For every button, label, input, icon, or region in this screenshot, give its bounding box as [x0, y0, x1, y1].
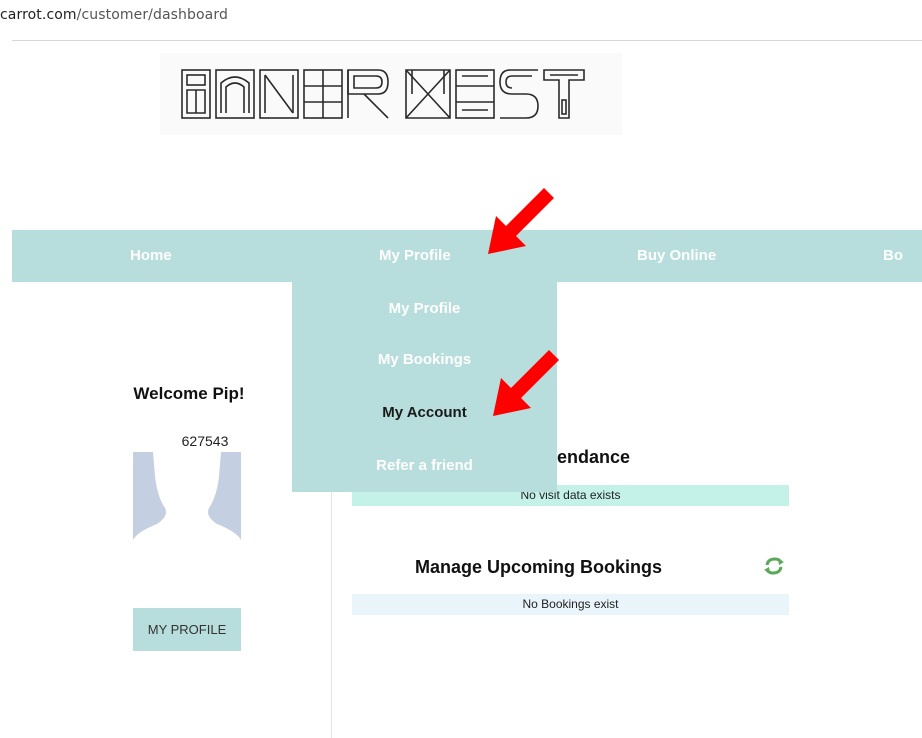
- nav-buy-online[interactable]: Buy Online: [637, 230, 716, 282]
- url-path: /customer/dashboard: [76, 7, 228, 23]
- inner-west-logo: [181, 69, 585, 119]
- main-nav-bar: Home My Profile Buy Online Bo: [12, 230, 922, 282]
- content-divider: [331, 490, 332, 738]
- member-id: 627543: [181, 433, 229, 449]
- site-logo[interactable]: [160, 53, 622, 135]
- nav-bookings-truncated[interactable]: Bo: [883, 230, 903, 282]
- welcome-heading: Welcome Pip!: [133, 384, 245, 403]
- address-bar-url[interactable]: carrot.com/customer/dashboard: [0, 7, 228, 23]
- bookings-empty-message: No Bookings exist: [352, 594, 789, 615]
- dropdown-item-my-profile[interactable]: My Profile: [292, 300, 557, 317]
- red-arrow-icon: [493, 350, 559, 416]
- url-host: carrot.com: [0, 7, 77, 23]
- my-profile-button[interactable]: MY PROFILE: [133, 608, 241, 651]
- person-silhouette-icon: [133, 452, 241, 556]
- manage-bookings-title: Manage Upcoming Bookings: [415, 557, 663, 577]
- nav-home[interactable]: Home: [130, 230, 172, 282]
- nav-my-profile[interactable]: My Profile: [379, 230, 451, 282]
- dropdown-item-refer-a-friend[interactable]: Refer a friend: [292, 457, 557, 474]
- red-arrow-icon: [488, 188, 554, 254]
- avatar: [133, 452, 241, 556]
- refresh-icon[interactable]: [763, 556, 785, 576]
- address-bar-divider: [12, 40, 922, 41]
